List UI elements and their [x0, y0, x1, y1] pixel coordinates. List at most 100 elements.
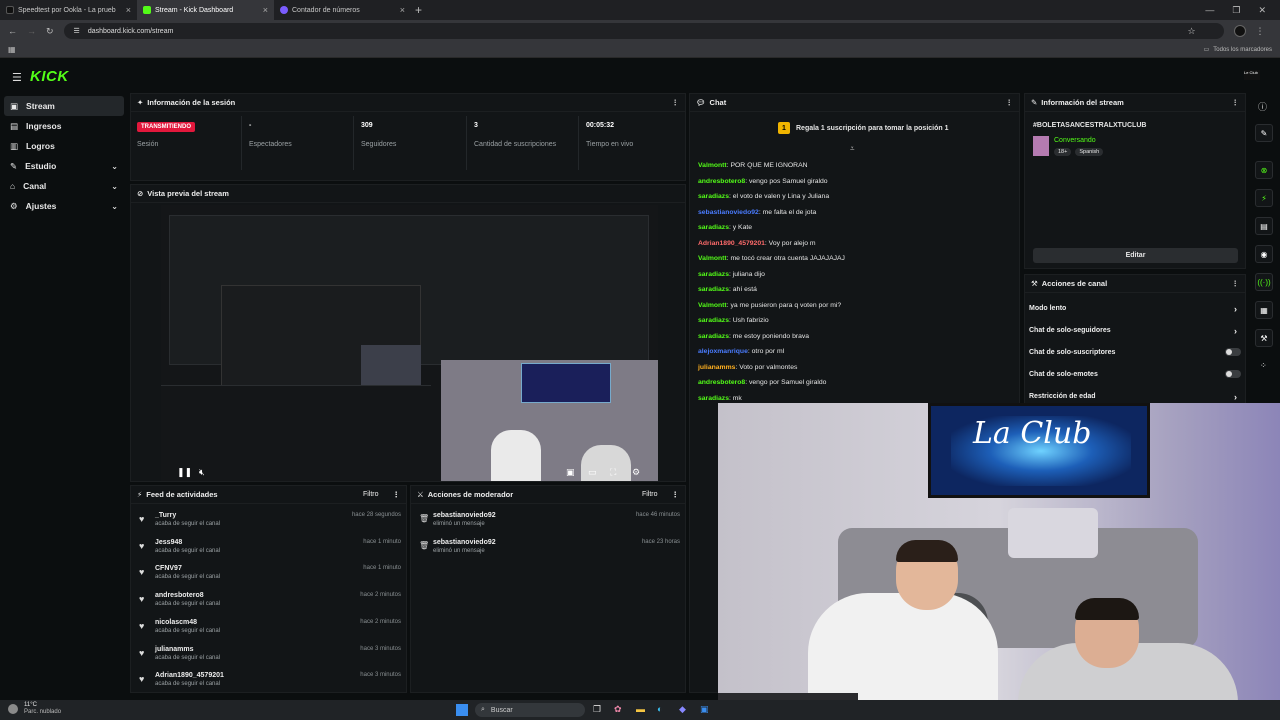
close-icon[interactable]: ×: [263, 5, 268, 15]
chat-username[interactable]: Adrian1890_4579201: [698, 240, 765, 247]
chat-message[interactable]: saradiazs: ahí está: [698, 286, 757, 293]
chat-username[interactable]: saradiazs: [698, 317, 729, 324]
chat-username[interactable]: sebastianoviedo92: [698, 209, 759, 216]
info-circle-icon[interactable]: ⓘ: [1258, 100, 1267, 113]
kick-logo[interactable]: KICK: [30, 68, 69, 85]
tab-kick-dashboard[interactable]: Stream - Kick Dashboard ×: [137, 0, 274, 20]
feed-item[interactable]: ♥ nicolascm48 acaba de seguir el canal hace…: [139, 619, 401, 634]
more-icon[interactable]: ⋮: [672, 490, 680, 499]
sidebar-item-logros[interactable]: ▥ Logros: [4, 136, 124, 156]
chat-username[interactable]: Valmontt: [698, 302, 727, 309]
feed-item[interactable]: ♥ CFNV97 acaba de seguir el canal hace 1 mi…: [139, 565, 401, 580]
broadcast-icon[interactable]: ((·)): [1255, 273, 1273, 291]
chat-message[interactable]: saradiazs: mk: [698, 395, 742, 402]
more-icon[interactable]: ⋮: [672, 98, 680, 107]
edge-icon[interactable]: ◐: [657, 704, 662, 714]
minimize-icon[interactable]: —: [1205, 5, 1214, 16]
back-icon[interactable]: ←: [8, 26, 17, 36]
chat-message[interactable]: Valmontt: ya me pusieron para q voten po…: [698, 302, 841, 309]
profile-avatar[interactable]: [1233, 25, 1246, 37]
chat-bubble-icon[interactable]: ◉: [1255, 245, 1273, 263]
chat-username[interactable]: saradiazs: [698, 271, 729, 278]
toggle-switch[interactable]: [1225, 370, 1241, 378]
channel-action-item[interactable]: Chat de solo-suscriptores: [1029, 348, 1241, 356]
more-icon[interactable]: ⋮: [1232, 279, 1240, 288]
reload-icon[interactable]: ↻: [46, 26, 54, 37]
chat-message[interactable]: saradiazs: juliana dijo: [698, 271, 765, 278]
tab-contador[interactable]: Contador de números ×: [274, 0, 411, 20]
task-view-icon[interactable]: ❐: [593, 704, 601, 715]
close-window-icon[interactable]: ✕: [1258, 5, 1266, 16]
pencil-icon[interactable]: ✎: [1255, 124, 1273, 142]
chat-message[interactable]: julianamms: Voto por valmontes: [698, 364, 797, 371]
target-icon[interactable]: ⊗: [1255, 161, 1273, 179]
channel-action-item[interactable]: Restricción de edad ›: [1029, 392, 1241, 402]
sidebar-item-canal[interactable]: ⌂ Canal ⌄: [4, 176, 124, 196]
sidebar-item-ajustes[interactable]: ⚙ Ajustes ⌄: [4, 196, 124, 216]
channel-action-item[interactable]: Modo lento ›: [1029, 304, 1241, 314]
mod-item[interactable]: 🗑︎ sebastianoviedo92 eliminó un mensaje hac…: [419, 539, 680, 554]
bookmark-star-icon[interactable]: ☆: [1187, 26, 1195, 37]
url-input[interactable]: ☰ dashboard.kick.com/stream ☆: [63, 23, 1224, 39]
all-bookmarks-link[interactable]: Todos los marcadores: [1213, 47, 1272, 53]
chat-message[interactable]: Valmontt: POR QUE ME IGNORAN: [698, 162, 808, 169]
maximize-icon[interactable]: ❐: [1232, 5, 1240, 16]
pip-icon[interactable]: ▣: [566, 467, 575, 478]
wrench-icon[interactable]: ⚒︎: [1255, 329, 1273, 347]
chat-username[interactable]: andresbotero8: [698, 379, 745, 386]
tab-speedtest[interactable]: Speedtest por Ookla - La prueb ×: [0, 0, 137, 20]
mod-item[interactable]: 🗑︎ sebastianoviedo92 eliminó un mensaje hac…: [419, 512, 680, 527]
copilot-icon[interactable]: ✿: [614, 704, 622, 715]
chat-message[interactable]: sebastianoviedo92: me falta el de jota: [698, 209, 816, 216]
chat-message[interactable]: saradiazs: me estoy poniendo brava: [698, 333, 809, 340]
close-icon[interactable]: ×: [400, 5, 405, 15]
chat-username[interactable]: andresbotero8: [698, 178, 745, 185]
chat-message[interactable]: andresbotero8: vengo pos Samuel giraldo: [698, 178, 828, 185]
close-icon[interactable]: ×: [126, 5, 131, 15]
more-icon[interactable]: ⋮: [393, 490, 401, 499]
chat-username[interactable]: saradiazs: [698, 286, 729, 293]
note-icon[interactable]: ▤: [1255, 217, 1273, 235]
hamburger-menu-icon[interactable]: ☰: [12, 71, 22, 84]
feed-item[interactable]: ♥ andresbotero8 acaba de seguir el canal ha…: [139, 592, 401, 607]
chat-username[interactable]: julianamms: [698, 364, 735, 371]
chat-username[interactable]: saradiazs: [698, 224, 729, 231]
layout-icon[interactable]: ▦: [1255, 301, 1273, 319]
chat-message[interactable]: saradiazs: el voto de valen y Lina y Jul…: [698, 193, 829, 200]
sidebar-item-stream[interactable]: ▣ Stream: [4, 96, 124, 116]
more-icon[interactable]: ⋮: [1232, 98, 1240, 107]
user-avatar[interactable]: Le Club: [1244, 70, 1260, 80]
more-icon[interactable]: ⋮: [1006, 98, 1014, 107]
pause-icon[interactable]: ❚❚: [177, 467, 192, 478]
lightning-icon[interactable]: ⚡︎: [1255, 189, 1273, 207]
feed-item[interactable]: ♥ _Turry acaba de seguir el canal hace 28 s…: [139, 512, 401, 527]
feed-filter-button[interactable]: Filtro: [363, 491, 379, 498]
theater-icon[interactable]: ▭: [588, 467, 597, 478]
toggle-switch[interactable]: [1225, 348, 1241, 356]
feed-item[interactable]: ♥ Jess948 acaba de seguir el canal hace 1 m…: [139, 539, 401, 554]
chat-username[interactable]: Valmontt: [698, 255, 727, 262]
forward-icon[interactable]: →: [27, 26, 36, 36]
fullscreen-icon[interactable]: ⛶: [610, 467, 616, 478]
channel-action-item[interactable]: Chat de solo-seguidores ›: [1029, 326, 1241, 336]
feed-item[interactable]: ♥ Adrian1890_4579201 acaba de seguir el ca…: [139, 672, 401, 687]
edit-button[interactable]: Editar: [1033, 248, 1238, 263]
outlook-icon[interactable]: ▣: [700, 704, 709, 715]
chat-username[interactable]: Valmontt: [698, 162, 727, 169]
menu-icon[interactable]: ⋮: [1256, 26, 1265, 37]
chat-username[interactable]: saradiazs: [698, 333, 729, 340]
gift-sub-banner[interactable]: 1 Regala 1 suscripción para tomar la pos…: [778, 122, 949, 134]
chat-message[interactable]: alejoxmanrique: otro por ml: [698, 348, 784, 355]
feed-item[interactable]: ♥ julianamms acaba de seguir el canal hace …: [139, 646, 401, 661]
sidebar-item-estudio[interactable]: ✎ Estudio ⌄: [4, 156, 124, 176]
mute-icon[interactable]: 🔇︎: [199, 467, 205, 478]
windows-start-icon[interactable]: [456, 704, 468, 716]
chat-message[interactable]: Adrian1890_4579201: Voy por alejo m: [698, 240, 816, 247]
new-tab-button[interactable]: +: [415, 3, 422, 17]
app-icon[interactable]: ◆: [679, 704, 686, 715]
chat-message[interactable]: Valmontt: me tocó crear otra cuenta JAJA…: [698, 255, 845, 262]
chat-message[interactable]: saradiazs: y Kate: [698, 224, 752, 231]
pin-icon[interactable]: ⩡: [850, 144, 855, 154]
mod-filter-button[interactable]: Filtro: [642, 491, 658, 498]
settings-gear-icon[interactable]: ⚙: [632, 467, 640, 478]
